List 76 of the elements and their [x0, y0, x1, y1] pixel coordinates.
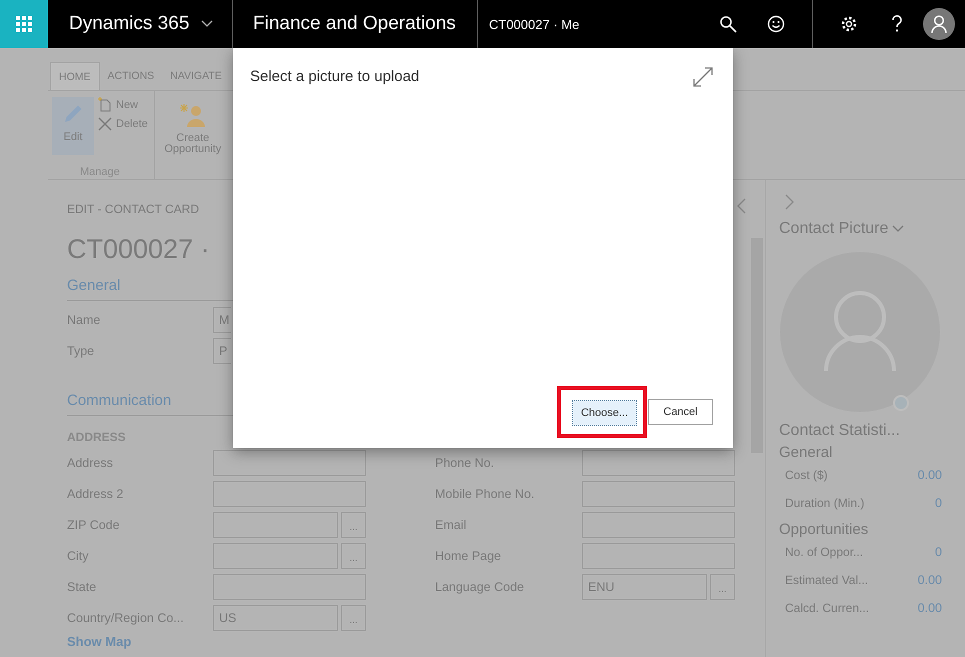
create-opportunity-button[interactable]: Create Opportunity — [158, 97, 227, 180]
pencil-icon — [62, 103, 84, 125]
input-field[interactable] — [213, 574, 366, 600]
user-avatar-button[interactable] — [923, 8, 955, 40]
input-field[interactable] — [582, 450, 735, 476]
field-label: Address 2 — [67, 487, 124, 501]
person-star-icon — [178, 103, 208, 127]
lookup-button[interactable]: ... — [710, 574, 735, 600]
factbox-title[interactable]: Contact Picture — [779, 220, 904, 238]
field-label: ZIP Code — [67, 518, 121, 532]
new-button[interactable]: New — [98, 97, 148, 112]
group-heading: Opportunities — [779, 521, 868, 538]
lookup-button[interactable]: ... — [341, 512, 366, 538]
field-label: Mobile Phone No. — [435, 487, 536, 501]
input-field[interactable] — [213, 512, 338, 538]
stat-label: Estimated Val... — [785, 573, 868, 587]
stat-value[interactable]: 0.00 — [918, 468, 942, 482]
input-field[interactable] — [213, 450, 366, 476]
chevron-down-icon — [892, 225, 904, 233]
input-field[interactable] — [582, 512, 735, 538]
factbox-title: Contact Statisti... — [779, 422, 900, 440]
lookup-button[interactable]: ... — [341, 605, 366, 631]
chevron-down-icon — [201, 20, 214, 28]
field-label: Name — [67, 313, 102, 327]
dialog-button[interactable]: Cancel — [648, 399, 713, 425]
ribbon-tab[interactable]: HOME — [50, 62, 100, 90]
field-label: Home Page — [435, 549, 502, 563]
x-icon — [98, 117, 112, 131]
new-document-icon — [98, 97, 112, 112]
stat-label: Calcd. Curren... — [785, 601, 870, 615]
stat-value[interactable]: 0 — [935, 545, 942, 559]
show-map-link[interactable]: Show Map — [67, 635, 366, 649]
chevron-right-icon — [785, 194, 794, 210]
input-field[interactable]: ENU — [582, 574, 707, 600]
field-label: Address — [67, 456, 114, 470]
product-menu[interactable]: Dynamics 365 — [48, 0, 233, 48]
ribbon-tab[interactable]: ACTIONS — [100, 62, 162, 90]
app-launcher-button[interactable] — [0, 0, 48, 48]
user-icon — [931, 15, 947, 33]
input-field[interactable] — [582, 543, 735, 569]
field-label: State — [67, 580, 98, 594]
input-field[interactable]: M — [213, 307, 231, 333]
dialog-title: Select a picture to upload — [250, 68, 420, 85]
input-field[interactable] — [582, 481, 735, 507]
lookup-button[interactable]: ... — [341, 543, 366, 569]
question-mark-icon — [891, 15, 903, 33]
input-field[interactable] — [213, 481, 366, 507]
field-label: Language Code — [435, 580, 525, 594]
ribbon-tab[interactable]: NAVIGATE — [162, 62, 230, 90]
dialog-button[interactable]: Choose... — [572, 400, 637, 426]
input-field[interactable]: US — [213, 605, 338, 631]
field-label: Email — [435, 518, 468, 532]
input-field[interactable] — [213, 543, 338, 569]
delete-button[interactable]: Delete — [98, 117, 148, 131]
record-heading: CT000027 · — [67, 234, 210, 265]
chevron-left-icon — [737, 198, 746, 214]
search-icon — [719, 15, 737, 33]
stat-label: Duration (Min.) — [785, 496, 864, 510]
group-heading: General — [779, 444, 832, 461]
field-label: Phone No. — [435, 456, 496, 470]
settings-icon — [840, 15, 858, 33]
waffle-icon — [16, 16, 32, 32]
field-label: City — [67, 549, 90, 563]
field-label: Country/Region Co... — [67, 611, 185, 625]
stat-label: No. of Oppor... — [785, 545, 864, 559]
field-label: Type — [67, 344, 96, 358]
stat-value[interactable]: 0 — [935, 496, 942, 510]
record-title: CT000027 · Me — [488, 16, 580, 32]
stat-value[interactable]: 0.00 — [918, 573, 942, 587]
expand-icon — [692, 66, 714, 88]
edit-button[interactable]: Edit — [52, 97, 94, 155]
input-field[interactable]: P — [213, 338, 231, 364]
page-caption: EDIT - CONTACT CARD — [67, 202, 200, 216]
stat-label: Cost ($) — [785, 468, 828, 482]
stat-value[interactable]: 0.00 — [918, 601, 942, 615]
smiley-icon — [767, 15, 785, 33]
